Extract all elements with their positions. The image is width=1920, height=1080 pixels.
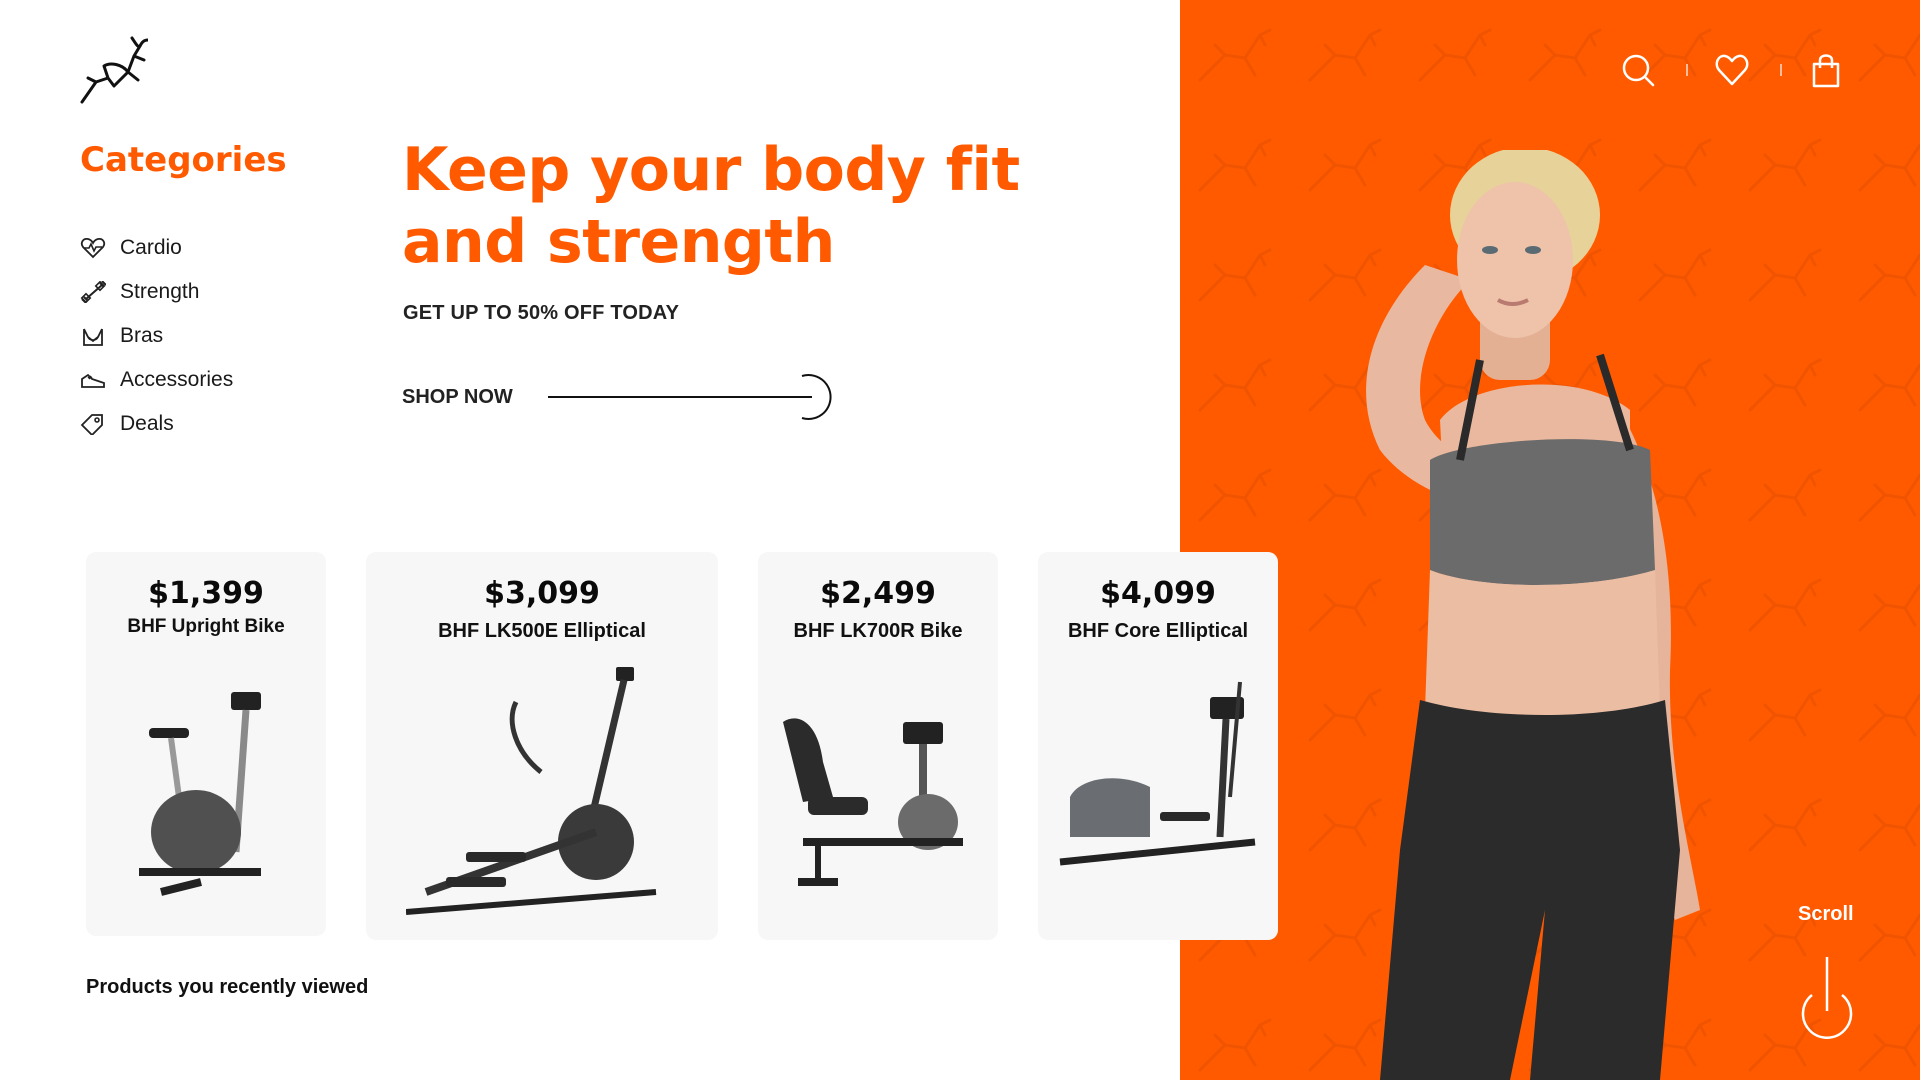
- core-elliptical-image: [1059, 681, 1256, 866]
- category-deals[interactable]: Deals: [80, 402, 233, 446]
- search-icon[interactable]: [1620, 52, 1656, 88]
- category-accessories[interactable]: Accessories: [80, 358, 233, 402]
- product-price: $3,099: [484, 576, 600, 611]
- hero-title-line-2: and strength: [402, 207, 835, 277]
- recently-viewed-label: Products you recently viewed: [86, 976, 369, 998]
- categories-title: Categories: [80, 140, 287, 180]
- tag-icon: [80, 413, 106, 435]
- category-label: Strength: [120, 280, 200, 303]
- elliptical-image: [406, 667, 657, 915]
- divider: [1686, 64, 1688, 76]
- category-cardio[interactable]: Cardio: [80, 226, 233, 270]
- product-price: $1,399: [148, 576, 264, 611]
- product-name: BHF LK500E Elliptical: [438, 620, 646, 642]
- product-name: BHF Core Elliptical: [1067, 620, 1249, 642]
- product-card[interactable]: $4,099 BHF Core Elliptical: [1038, 552, 1278, 940]
- product-card[interactable]: $1,399 BHF Upright Bike: [86, 552, 326, 936]
- upright-bike-image: [139, 692, 261, 896]
- scroll-label: Scroll: [1798, 903, 1854, 925]
- category-label: Deals: [120, 412, 174, 435]
- product-price: $4,099: [1100, 576, 1216, 611]
- dumbbell-icon: [80, 281, 106, 303]
- category-label: Bras: [120, 324, 164, 347]
- product-name: BHF Upright Bike: [127, 616, 285, 637]
- category-label: Accessories: [120, 368, 234, 391]
- shopping-bag-icon[interactable]: [1808, 52, 1844, 88]
- scroll-down-icon[interactable]: [1800, 955, 1854, 1041]
- category-bras[interactable]: Bras: [80, 314, 233, 358]
- shop-now-label: SHOP NOW: [402, 385, 513, 408]
- category-strength[interactable]: Strength: [80, 270, 233, 314]
- heart-icon[interactable]: [1714, 52, 1750, 88]
- gazelle-logo[interactable]: [78, 34, 148, 106]
- product-card[interactable]: $3,099 BHF LK500E Elliptical: [366, 552, 718, 940]
- hero-title-line-1: Keep your body fit: [402, 135, 1020, 205]
- recumbent-bike-image: [783, 718, 963, 886]
- heartbeat-icon: [80, 237, 106, 259]
- sports-bra-icon: [80, 325, 106, 347]
- divider: [1780, 64, 1782, 76]
- model-image: [1366, 150, 1700, 1080]
- hero-title: Keep your body fit and strength: [402, 134, 1082, 278]
- sneaker-icon: [80, 369, 106, 391]
- header-actions: [1620, 52, 1870, 88]
- category-label: Cardio: [120, 236, 182, 259]
- product-card[interactable]: $2,499 BHF LK700R Bike: [758, 552, 998, 940]
- product-name: BHF LK700R Bike: [793, 620, 963, 642]
- product-price: $2,499: [820, 576, 936, 611]
- category-list: Cardio Strength Bras Accessories Deals: [80, 226, 233, 446]
- shop-now-button[interactable]: SHOP NOW: [402, 370, 842, 424]
- hero-subtitle: GET UP TO 50% OFF TODAY: [403, 302, 680, 324]
- arrow-right-icon: [548, 374, 832, 420]
